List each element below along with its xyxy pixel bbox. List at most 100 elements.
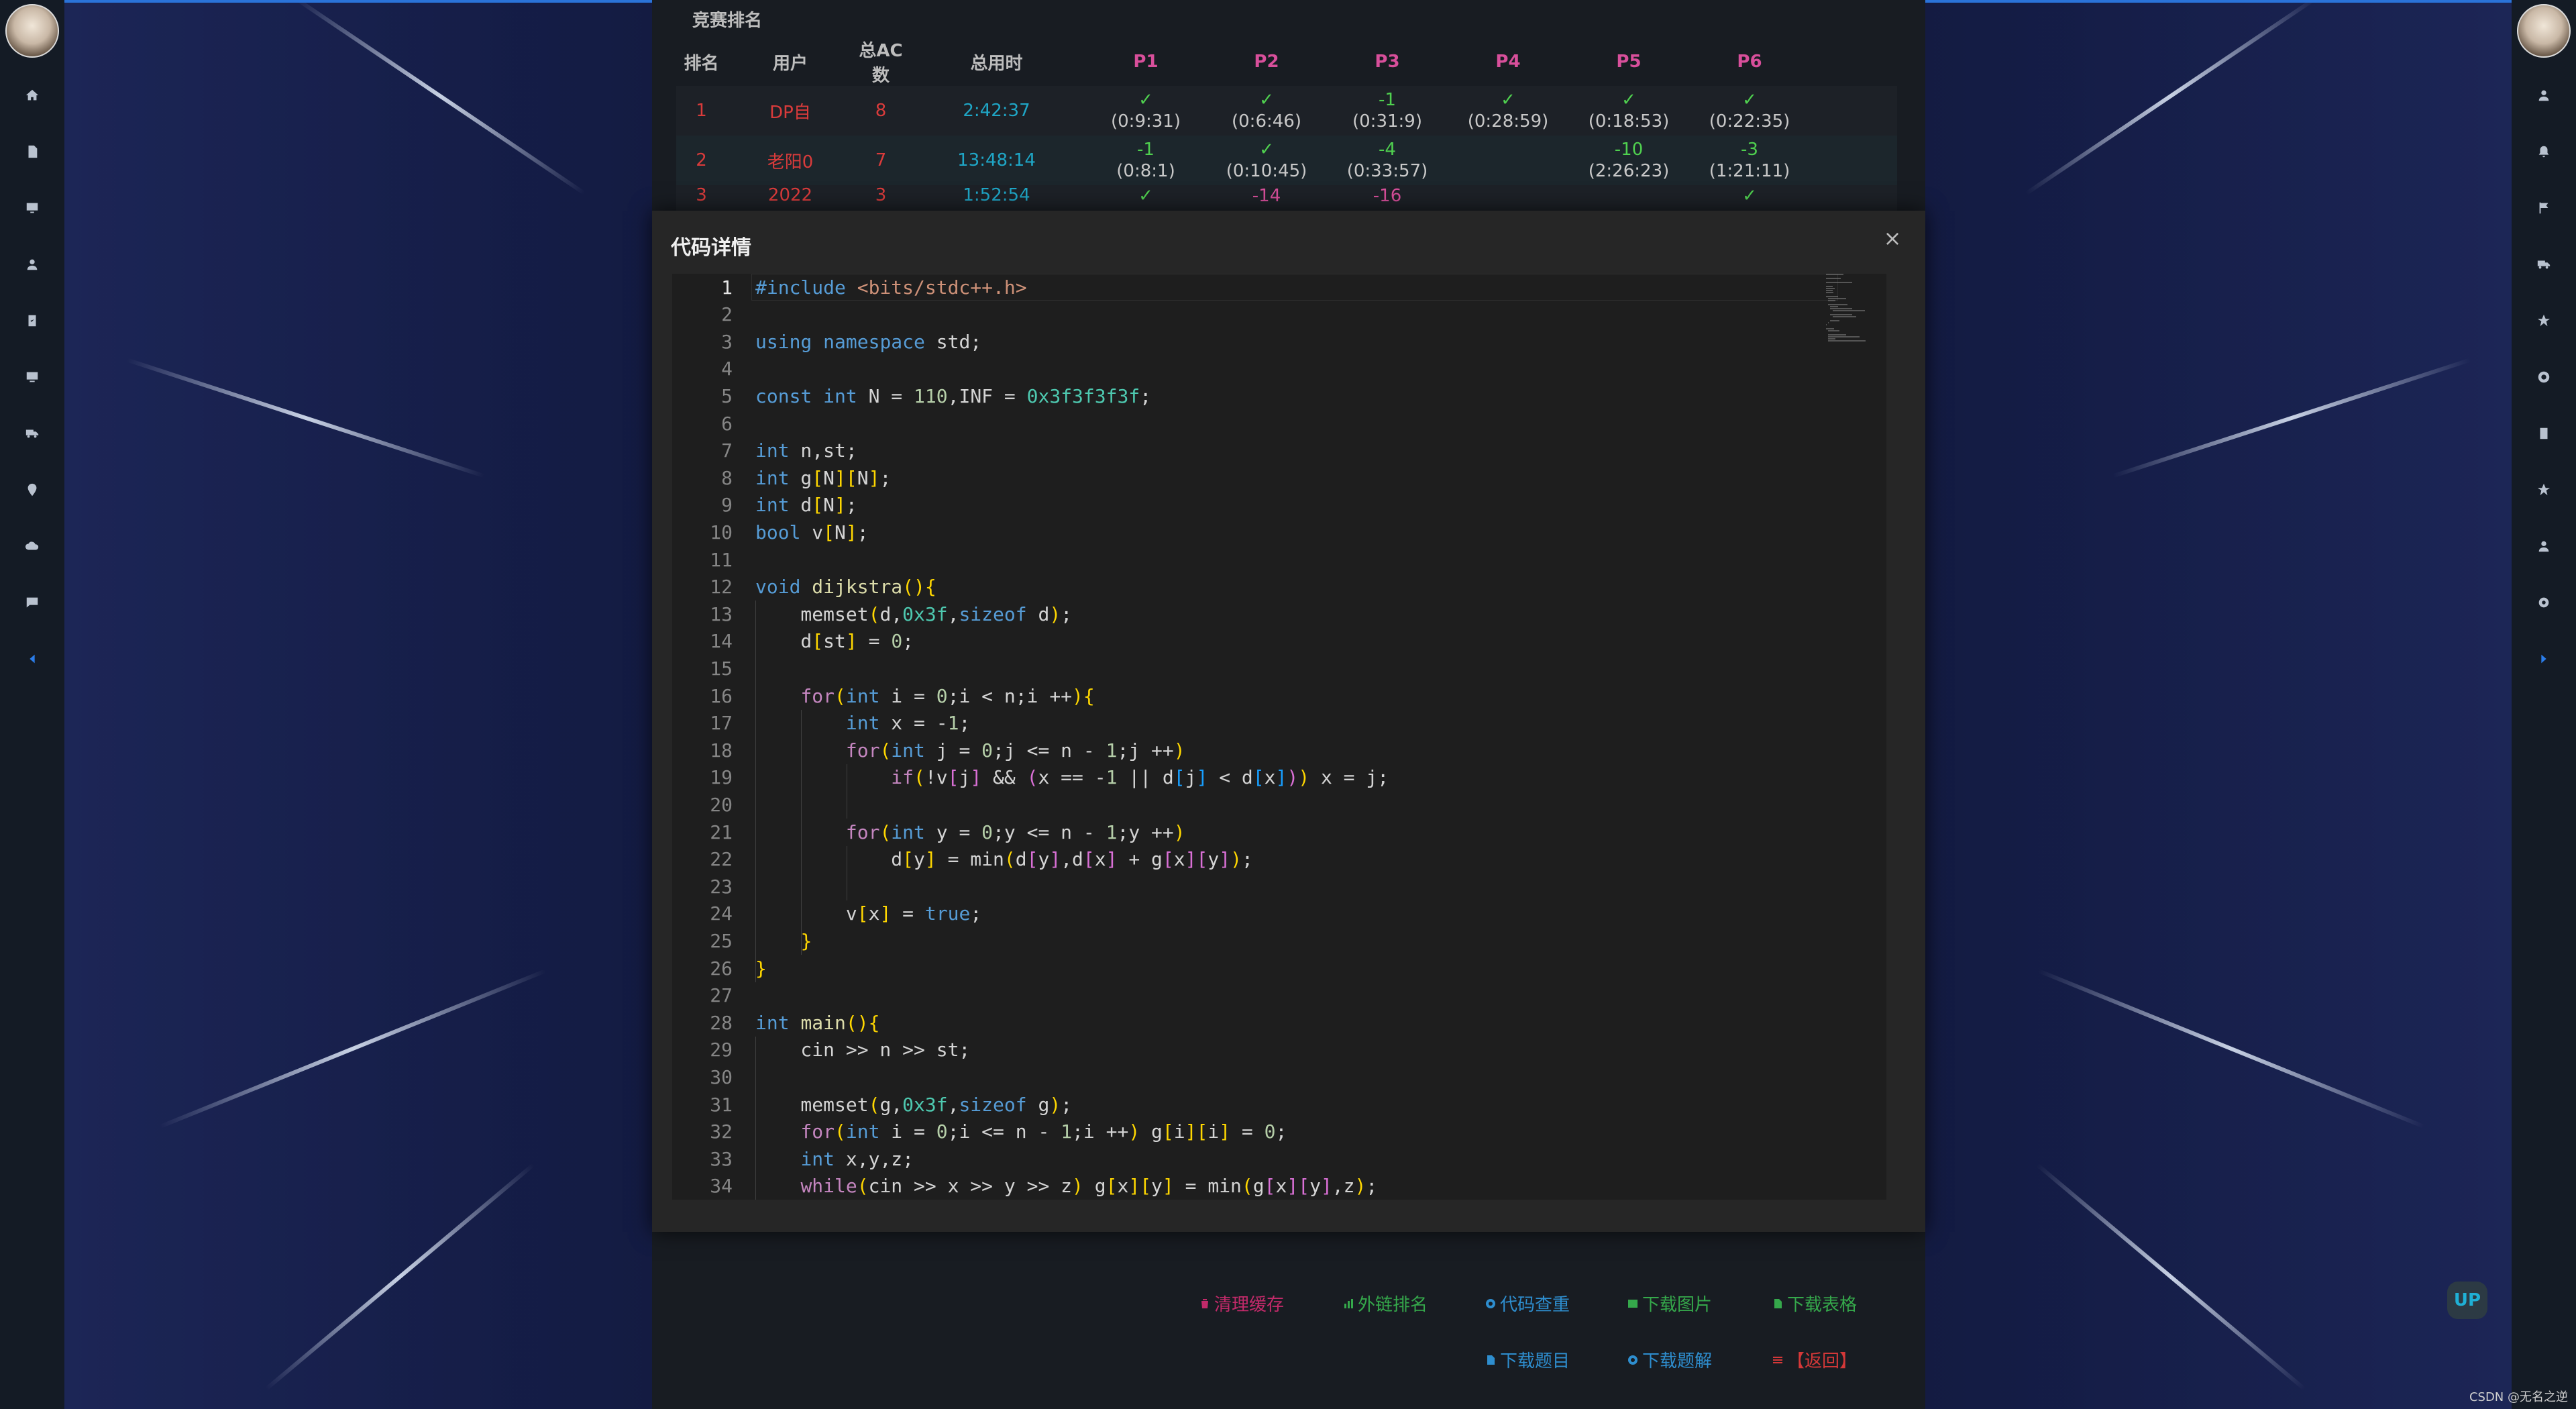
code-line[interactable]: 20 bbox=[672, 791, 1880, 818]
user-icon[interactable] bbox=[2512, 82, 2576, 109]
code-line[interactable]: 19 if(!v[j] && (x == -1 || d[j] < d[x]))… bbox=[672, 764, 1880, 791]
code-line[interactable]: 30 bbox=[672, 1063, 1880, 1090]
code-line[interactable]: 13 memset(d,0x3f,sizeof d); bbox=[672, 601, 1880, 627]
problem-cell[interactable]: -3 (1:21:11) bbox=[1689, 139, 1810, 182]
truck-icon[interactable] bbox=[2512, 251, 2576, 278]
line-number: 30 bbox=[710, 1065, 733, 1088]
problem-cell[interactable]: ✓ (0:28:59) bbox=[1448, 89, 1568, 132]
code-line[interactable]: 25 } bbox=[672, 927, 1880, 954]
result-time: (0:10:45) bbox=[1226, 161, 1307, 181]
code-line[interactable]: 32 for(int i = 0;i <= n - 1;i ++) g[i][i… bbox=[672, 1118, 1880, 1145]
flag-icon[interactable] bbox=[2512, 195, 2576, 221]
code-line[interactable]: 17 int x = -1; bbox=[672, 710, 1880, 737]
problem-cell[interactable]: ✓ (0:9:31) bbox=[1085, 89, 1206, 132]
code-line[interactable]: 12 void dijkstra(){ bbox=[672, 574, 1880, 601]
problem-cell[interactable]: ✓ (0:22:35) bbox=[1689, 89, 1810, 132]
clipboard-check-icon[interactable] bbox=[0, 307, 64, 334]
code-text: while(cin >> x >> y >> z) g[x][y] = min(… bbox=[800, 1175, 1378, 1198]
code-editor[interactable]: 1 #include <bits/stdc++.h> 2 3 using namespa… bbox=[672, 274, 1886, 1200]
code-check-link[interactable]: 代码查重 bbox=[1485, 1291, 1570, 1316]
problem-cell[interactable]: ✓ bbox=[1689, 185, 1810, 207]
back-link[interactable]: 【返回】 bbox=[1772, 1347, 1857, 1372]
minimap-line bbox=[1826, 292, 1833, 293]
header-problem[interactable]: P3 bbox=[1327, 51, 1448, 72]
clear-cache-link[interactable]: 清理缓存 bbox=[1199, 1291, 1284, 1316]
problem-cell[interactable]: -4 (0:33:57) bbox=[1327, 139, 1448, 182]
code-line[interactable]: 11 bbox=[672, 546, 1880, 573]
code-line[interactable]: 9 int d[N]; bbox=[672, 492, 1880, 519]
header-problem[interactable]: P6 bbox=[1689, 51, 1810, 72]
problem-cell[interactable]: ✓ (0:6:46) bbox=[1206, 89, 1327, 132]
result-mark: -1 bbox=[1379, 90, 1396, 110]
download-table-link[interactable]: 下载表格 bbox=[1772, 1291, 1857, 1316]
problem-cell[interactable]: ✓ (0:10:45) bbox=[1206, 139, 1327, 182]
code-line[interactable]: 26} bbox=[672, 955, 1880, 982]
code-line[interactable]: 10 bool v[N]; bbox=[672, 519, 1880, 545]
user-avatar-right[interactable] bbox=[2517, 4, 2571, 58]
code-line[interactable]: 16 for(int i = 0;i < n;i ++){ bbox=[672, 682, 1880, 709]
problem-cell[interactable]: -16 bbox=[1327, 185, 1448, 207]
user-icon[interactable] bbox=[2512, 533, 2576, 560]
problem-cell[interactable]: -1 (0:8:1) bbox=[1085, 139, 1206, 182]
scroll-up-button[interactable]: UP bbox=[2447, 1282, 2487, 1319]
code-line[interactable]: 4 bbox=[672, 356, 1880, 382]
code-line[interactable]: 34 while(cin >> x >> y >> z) g[x][y] = m… bbox=[672, 1173, 1880, 1200]
user-avatar[interactable] bbox=[5, 4, 59, 58]
bell-icon[interactable] bbox=[2512, 138, 2576, 165]
problem-cell[interactable]: -1 (0:31:9) bbox=[1327, 89, 1448, 132]
user-icon[interactable] bbox=[0, 251, 64, 278]
code-line[interactable]: 21 for(int y = 0;y <= n - 1;y ++) bbox=[672, 819, 1880, 845]
monitor-icon[interactable] bbox=[0, 195, 64, 221]
code-line[interactable]: 27 bbox=[672, 982, 1880, 1009]
collapse-right-icon[interactable] bbox=[2512, 645, 2576, 672]
header-problem[interactable]: P1 bbox=[1085, 51, 1206, 72]
problem-cell[interactable]: -14 bbox=[1206, 185, 1327, 207]
code-line[interactable]: 22 d[y] = min(d[y],d[x] + g[x][y]); bbox=[672, 846, 1880, 873]
user-cell[interactable]: 老阳0 bbox=[727, 148, 854, 173]
code-line[interactable]: 8 int g[N][N]; bbox=[672, 464, 1880, 491]
user-cell[interactable]: DP自 bbox=[727, 99, 854, 123]
truck-icon[interactable] bbox=[0, 420, 64, 447]
gear-icon[interactable] bbox=[2512, 589, 2576, 616]
desktop-icon[interactable] bbox=[0, 364, 64, 390]
code-line[interactable]: 14 d[st] = 0; bbox=[672, 628, 1880, 655]
chat-icon[interactable] bbox=[0, 589, 64, 616]
target-icon[interactable] bbox=[2512, 364, 2576, 390]
document-icon[interactable] bbox=[0, 138, 64, 165]
code-line[interactable]: 1 #include <bits/stdc++.h> bbox=[672, 274, 1880, 301]
collapse-left-icon[interactable] bbox=[0, 645, 64, 672]
code-line[interactable]: 31 memset(g,0x3f,sizeof g); bbox=[672, 1091, 1880, 1118]
close-icon[interactable]: × bbox=[1882, 227, 1902, 249]
user-cell[interactable]: 2022 bbox=[727, 185, 854, 205]
cloud-upload-icon[interactable] bbox=[0, 533, 64, 560]
code-line[interactable]: 15 bbox=[672, 655, 1880, 682]
download-problems-link[interactable]: 下载题目 bbox=[1485, 1347, 1570, 1372]
code-line[interactable]: 7 int n,st; bbox=[672, 437, 1880, 464]
problem-cell[interactable]: ✓ bbox=[1085, 185, 1206, 207]
external-rank-link[interactable]: 外链排名 bbox=[1343, 1291, 1428, 1316]
clipboard-icon[interactable] bbox=[2512, 420, 2576, 447]
map-pin-icon[interactable] bbox=[0, 476, 64, 503]
home-icon[interactable] bbox=[0, 82, 64, 109]
code-line[interactable]: 24 v[x] = true; bbox=[672, 900, 1880, 927]
editor-minimap[interactable] bbox=[1826, 274, 1873, 348]
header-problem[interactable]: P5 bbox=[1568, 51, 1689, 72]
code-line[interactable]: 3 using namespace std; bbox=[672, 328, 1880, 355]
code-line[interactable]: 28 int main(){ bbox=[672, 1009, 1880, 1036]
download-image-link[interactable]: 下载图片 bbox=[1627, 1291, 1712, 1316]
code-line[interactable]: 33 int x,y,z; bbox=[672, 1145, 1880, 1172]
header-problem[interactable]: P4 bbox=[1448, 51, 1568, 72]
line-number: 23 bbox=[710, 875, 733, 898]
code-line[interactable]: 29 cin >> n >> st; bbox=[672, 1037, 1880, 1063]
star-icon[interactable] bbox=[2512, 307, 2576, 334]
header-problem[interactable]: P2 bbox=[1206, 51, 1327, 72]
code-line[interactable]: 6 bbox=[672, 410, 1880, 437]
code-line[interactable]: 2 bbox=[672, 301, 1880, 328]
code-line[interactable]: 23 bbox=[672, 873, 1880, 900]
star-icon[interactable] bbox=[2512, 476, 2576, 503]
download-solutions-link[interactable]: 下载题解 bbox=[1627, 1347, 1712, 1372]
problem-cell[interactable]: ✓ (0:18:53) bbox=[1568, 89, 1689, 132]
problem-cell[interactable]: -10 (2:26:23) bbox=[1568, 139, 1689, 182]
code-line[interactable]: 18 for(int j = 0;j <= n - 1;j ++) bbox=[672, 737, 1880, 764]
code-line[interactable]: 5 const int N = 110,INF = 0x3f3f3f3f; bbox=[672, 382, 1880, 409]
